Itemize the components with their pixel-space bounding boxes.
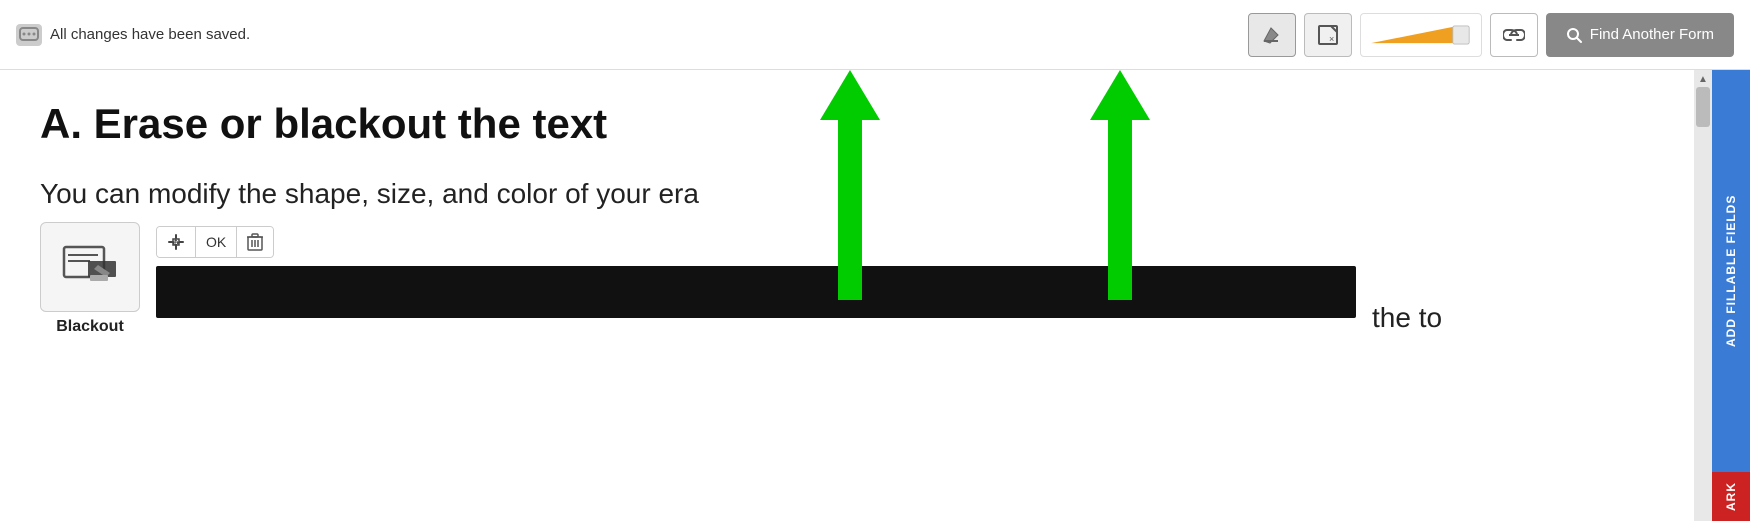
search-icon	[1566, 27, 1582, 43]
toolbar: All changes have been saved. ×	[0, 0, 1750, 70]
content-area: A. Erase or blackout the text You can mo…	[0, 70, 1694, 521]
svg-text:×: ×	[1329, 34, 1334, 44]
page-title: A. Erase or blackout the text	[40, 100, 1654, 148]
right-sidebar: ADD FILLABLE FIELDS ARK	[1712, 70, 1750, 521]
trailing-text: the to	[1372, 302, 1442, 334]
add-fillable-fields-tab[interactable]: ADD FILLABLE FIELDS	[1712, 70, 1750, 472]
size-slider-track[interactable]	[1371, 25, 1471, 45]
status-text: All changes have been saved.	[50, 26, 250, 43]
chat-icon	[16, 24, 42, 46]
ark-tab[interactable]: ARK	[1712, 472, 1750, 521]
toolbar-right: × Find Anoth	[1248, 13, 1734, 57]
blackout-icon-box[interactable]	[40, 222, 140, 312]
eraser-tool-button[interactable]	[1248, 13, 1296, 57]
ok-button[interactable]: OK	[196, 227, 237, 257]
crop-cancel-tool-button[interactable]: ×	[1304, 13, 1352, 57]
blackout-bar	[156, 266, 1356, 318]
toolbar-status: All changes have been saved.	[16, 24, 1238, 46]
find-another-form-button[interactable]: Find Another Form	[1546, 13, 1734, 57]
add-fillable-label: ADD FILLABLE FIELDS	[1724, 195, 1738, 347]
link-button[interactable]	[1490, 13, 1538, 57]
ok-label: OK	[206, 234, 226, 250]
size-slider-widget[interactable]	[1360, 13, 1482, 57]
ark-label: ARK	[1724, 482, 1738, 511]
blackout-tool-panel[interactable]: Blackout	[40, 222, 140, 336]
scrollbar-area: ▲	[1694, 70, 1712, 521]
blackout-content: ✥ OK	[156, 226, 1356, 318]
main-area: A. Erase or blackout the text You can mo…	[0, 70, 1750, 521]
scroll-thumb[interactable]	[1696, 87, 1710, 127]
blackout-label: Blackout	[56, 318, 124, 336]
delete-button[interactable]	[237, 227, 273, 257]
find-form-label: Find Another Form	[1590, 26, 1714, 43]
move-tool-button[interactable]: ✥	[157, 227, 196, 257]
scroll-up-arrow[interactable]: ▲	[1698, 74, 1708, 85]
blackout-controls: ✥ OK	[156, 226, 274, 258]
body-text: You can modify the shape, size, and colo…	[40, 178, 1654, 210]
svg-text:✥: ✥	[172, 238, 180, 248]
